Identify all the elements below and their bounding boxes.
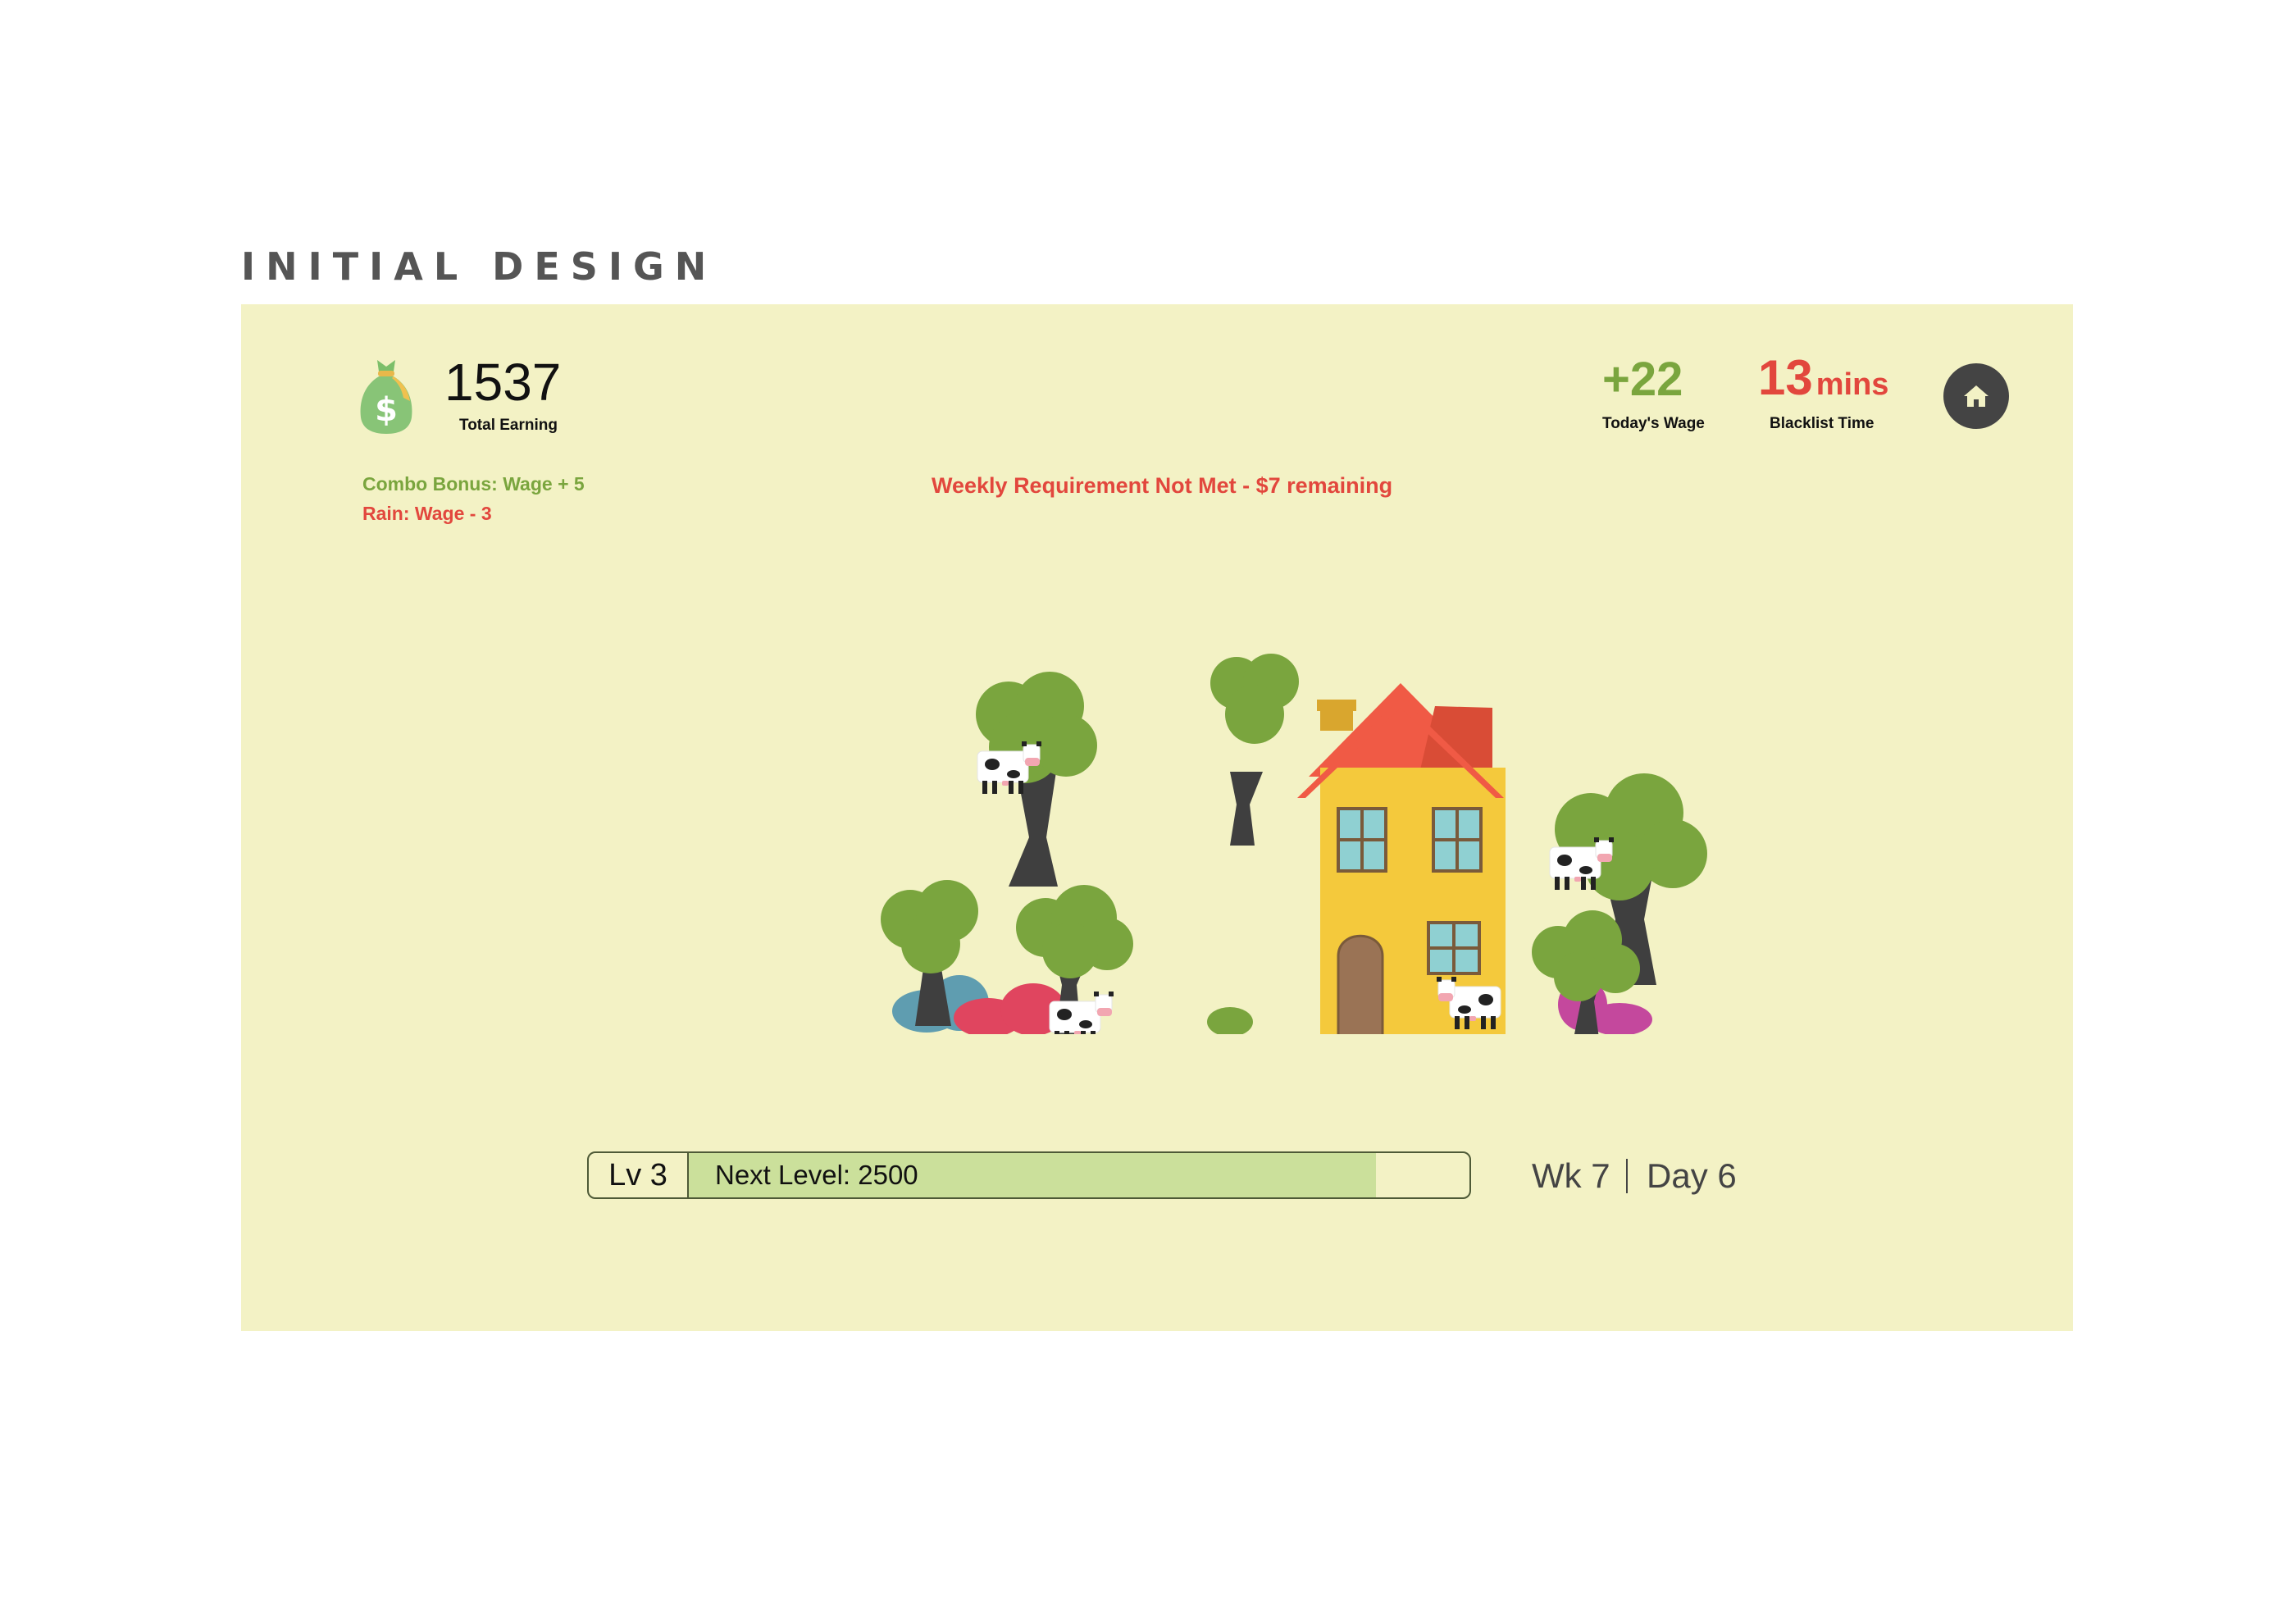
tree	[1210, 654, 1299, 846]
level-label: Lv 3	[589, 1153, 689, 1197]
total-earning-label: Total Earning	[459, 417, 558, 434]
combo-bonus-text: Combo Bonus: Wage + 5	[362, 473, 585, 495]
blacklist-time-number: 13	[1758, 350, 1813, 405]
game-screen: $ 1537 Total Earning +22 Today's Wage 13…	[241, 304, 2073, 1331]
farm-scene	[845, 608, 1714, 1052]
page-heading: INITIAL DESIGN	[241, 244, 718, 289]
blacklist-time-value: 13 mins	[1758, 353, 1888, 403]
todays-wage-label: Today's Wage	[1602, 415, 1705, 432]
day-label: Day 6	[1647, 1156, 1737, 1195]
rain-penalty-text: Rain: Wage - 3	[362, 503, 492, 524]
total-earning-value: 1537	[444, 353, 562, 412]
calendar-divider	[1626, 1159, 1628, 1193]
next-level-label: Next Level: 2500	[715, 1160, 918, 1190]
home-button[interactable]	[1943, 363, 2009, 429]
blacklist-time-unit: mins	[1815, 367, 1889, 402]
home-icon	[1964, 385, 1988, 407]
todays-wage-value: +22	[1602, 353, 1683, 406]
week-label: Wk 7	[1532, 1156, 1610, 1195]
money-bag-icon: $	[358, 353, 415, 435]
svg-text:$: $	[375, 391, 398, 429]
house	[1297, 683, 1506, 1052]
weekly-requirement-warning: Weekly Requirement Not Met - $7 remainin…	[932, 473, 1393, 498]
level-progress-bar: Lv 3 Next Level: 2500	[587, 1151, 1471, 1199]
blacklist-time-label: Blacklist Time	[1770, 415, 1875, 432]
